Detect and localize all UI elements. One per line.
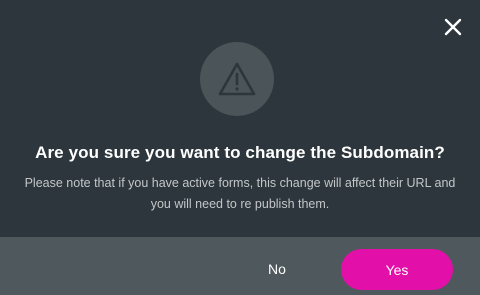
warning-badge [200,42,274,116]
dialog-title: Are you sure you want to change the Subd… [35,143,445,162]
confirm-dialog: Are you sure you want to change the Subd… [0,0,480,295]
yes-button[interactable]: Yes [341,249,453,290]
close-icon [444,18,462,36]
warning-icon [218,62,256,96]
close-button[interactable] [439,13,467,41]
dialog-footer: No Yes [0,237,480,295]
dialog-message: Please note that if you have active form… [24,176,456,211]
no-button[interactable]: No [237,249,317,289]
